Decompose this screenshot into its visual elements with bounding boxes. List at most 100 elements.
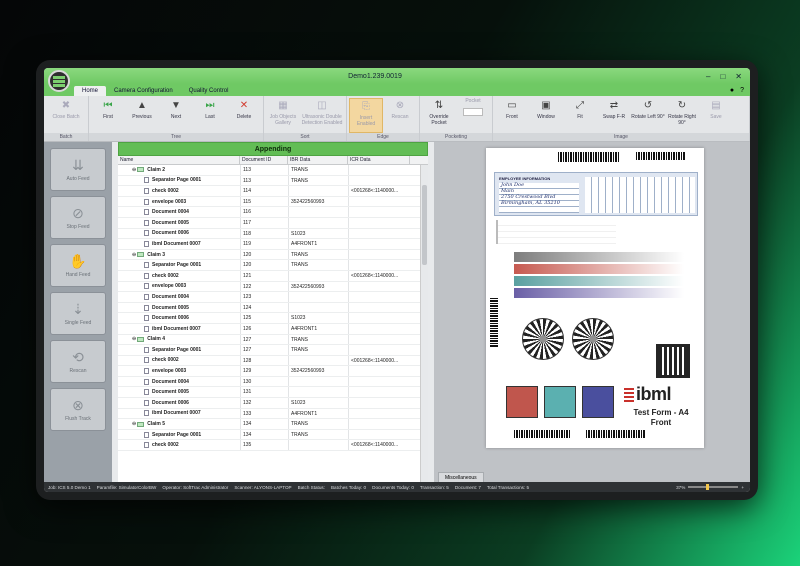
swap-front-rear-button[interactable]: ⇄ Swap F-R — [597, 98, 631, 133]
column-header-icr-data[interactable]: ICR Data — [348, 156, 410, 164]
document-icon — [144, 325, 149, 332]
stop-feed-button[interactable]: ⊘ Stop Feed — [50, 196, 106, 239]
override-pocket-button[interactable]: ⇅ Override Pocket — [422, 98, 456, 133]
tree-document-row[interactable]: check 0002 121 <001268<:1140000... — [118, 270, 420, 282]
tree-claim-row[interactable]: ⊖ Claim 2 113 TRANS — [118, 165, 420, 176]
tree-document-row[interactable]: envelope 0003 129 352422560993 — [118, 366, 420, 377]
tree-document-row[interactable]: Separator Page 0001 127 TRANS — [118, 345, 420, 356]
help-icon[interactable]: ? — [740, 87, 744, 94]
color-bar — [514, 276, 684, 286]
row-icr-data — [348, 387, 410, 398]
tree-document-row[interactable]: envelope 0003 122 352422560993 — [118, 281, 420, 293]
previous-button[interactable]: ▲ Previous — [125, 98, 159, 133]
row-document-id: 128 — [240, 355, 288, 366]
column-header-ibr-data[interactable]: IBR Data — [288, 156, 348, 164]
theme-icon[interactable]: ● — [730, 87, 734, 94]
front-button[interactable]: ▭ Front — [495, 98, 529, 133]
flush-track-button[interactable]: ⊗ Flush Track — [50, 388, 106, 431]
column-header-document-id[interactable]: Document ID — [240, 156, 288, 164]
tree-document-row[interactable]: Document 0006 118 S1023 — [118, 228, 420, 240]
tree-document-row[interactable]: Separator Page 0001 134 TRANS — [118, 429, 420, 441]
tree-document-row[interactable]: check 0002 114 <001268<:1140000... — [118, 186, 420, 197]
row-ibr-data — [288, 302, 348, 313]
tree-document-row[interactable]: ibml Document 0007 133 A4FRONT1 — [118, 408, 420, 420]
rotate-left-button[interactable]: ↺ Rotate Left 90° — [631, 98, 665, 133]
document-icon — [144, 219, 149, 226]
color-swatch — [544, 386, 576, 418]
row-icr-data: <001268<:1140000... — [348, 270, 410, 281]
window-button[interactable]: ▣ Window — [529, 98, 563, 133]
tab-quality-control[interactable]: Quality Control — [181, 86, 237, 96]
tree-document-row[interactable]: ibml Document 0007 119 A4FRONT1 — [118, 239, 420, 250]
save-button[interactable]: ▤ Save — [699, 98, 733, 133]
tree-document-row[interactable]: Document 0004 130 — [118, 376, 420, 388]
last-button[interactable]: ⏭ Last — [193, 98, 227, 133]
tree-document-row[interactable]: Document 0005 131 — [118, 387, 420, 399]
rescan-button[interactable]: ⊗ Rescan — [383, 98, 417, 133]
tree-document-row[interactable]: Document 0006 125 S1023 — [118, 313, 420, 324]
folder-icon — [137, 252, 145, 258]
left-vertical-barcode — [490, 298, 498, 348]
job-objects-gallery-button[interactable]: ▦ Job Objects Gallery — [266, 98, 300, 133]
collapse-toggle-icon[interactable]: ⊖ — [132, 250, 136, 260]
tree-document-row[interactable]: check 0002 128 <001268<:1140000... — [118, 355, 420, 367]
tree-document-row[interactable]: Document 0006 132 S1023 — [118, 398, 420, 409]
app-logo-icon[interactable] — [48, 70, 70, 92]
rotate-right-button[interactable]: ↻ Rotate Right 90° — [665, 98, 699, 133]
row-document-id: 133 — [240, 408, 288, 419]
tree-claim-row[interactable]: ⊖ Claim 3 120 TRANS — [118, 249, 420, 261]
hand-feed-button[interactable]: ✋ Hand Feed — [50, 244, 106, 287]
zoom-in-icon[interactable]: + — [741, 485, 744, 490]
close-batch-button[interactable]: ✖ Close Batch — [46, 98, 86, 133]
pocket-picker[interactable]: Pocket — [456, 98, 490, 133]
status-item: Job: ICS 5.0 Demo 1 — [48, 484, 91, 490]
feed-control-panel: ⇊ Auto Feed ⊘ Stop Feed ✋ Hand Feed ⇣ Si… — [44, 142, 112, 482]
fit-button[interactable]: ⤢ Fit — [563, 98, 597, 133]
ultrasonic-icon: ◫ — [317, 99, 327, 111]
tree-document-row[interactable]: Document 0005 117 — [118, 217, 420, 229]
collapse-toggle-icon[interactable]: ⊖ — [132, 335, 136, 345]
delete-button[interactable]: ✕ Delete — [227, 98, 261, 133]
ultrasonic-double-detection-button[interactable]: ◫ Ultrasonic Double Detection Enabled — [300, 98, 344, 133]
tree-document-row[interactable]: Document 0004 116 — [118, 207, 420, 218]
row-name: ibml Document 0007 — [152, 410, 201, 417]
row-ibr-data: TRANS — [288, 249, 348, 260]
row-icr-data — [348, 292, 410, 302]
insert-enabled-button[interactable]: ⎘ Insert Enabled — [349, 98, 383, 133]
tree-document-row[interactable]: Document 0005 124 — [118, 302, 420, 314]
tree-claim-row[interactable]: ⊖ Claim 4 127 TRANS — [118, 334, 420, 346]
tree-document-row[interactable]: Separator Page 0001 120 TRANS — [118, 260, 420, 271]
collapse-toggle-icon[interactable]: ⊖ — [132, 419, 136, 429]
row-icr-data — [348, 366, 410, 376]
collapse-toggle-icon[interactable]: ⊖ — [132, 165, 136, 175]
row-ibr-data — [288, 207, 348, 217]
tree-document-row[interactable]: check 0002 135 <001268<:1140000... — [118, 440, 420, 452]
document-icon — [144, 230, 149, 237]
delete-icon: ✕ — [239, 99, 249, 111]
row-name: Separator Page 0001 — [152, 431, 202, 438]
row-ibr-data: TRANS — [288, 429, 348, 440]
tree-document-row[interactable]: Separator Page 0001 113 TRANS — [118, 175, 420, 187]
pocket-input[interactable] — [463, 108, 483, 116]
row-name: Claim 5 — [147, 421, 165, 428]
tab-miscellaneous[interactable]: Miscellaneous — [438, 472, 484, 482]
rescan-feed-button[interactable]: ⟲ Rescan — [50, 340, 106, 383]
tree-document-row[interactable]: Document 0004 123 — [118, 292, 420, 303]
next-button[interactable]: ▼ Next — [159, 98, 193, 133]
tree-document-row[interactable]: ibml Document 0007 126 A4FRONT1 — [118, 323, 420, 335]
tree-document-row[interactable]: envelope 0003 115 352422560993 — [118, 196, 420, 208]
single-feed-button[interactable]: ⇣ Single Feed — [50, 292, 106, 335]
close-button[interactable]: ✕ — [735, 72, 742, 81]
first-button[interactable]: ⏮ First — [91, 98, 125, 133]
minimize-button[interactable]: – — [706, 72, 710, 81]
tab-camera-configuration[interactable]: Camera Configuration — [106, 86, 181, 96]
tab-home[interactable]: Home — [74, 86, 107, 96]
tree-claim-row[interactable]: ⊖ Claim 5 134 TRANS — [118, 419, 420, 430]
maximize-button[interactable]: □ — [720, 72, 725, 81]
row-document-id: 116 — [240, 207, 288, 217]
column-header-name[interactable]: Name — [118, 156, 240, 164]
zoom-slider[interactable] — [688, 484, 739, 490]
employee-info-box: EMPLOYEE INFORMATION John Doe Main 2750 … — [494, 172, 698, 216]
tree-scrollbar[interactable] — [420, 165, 428, 482]
auto-feed-button[interactable]: ⇊ Auto Feed — [50, 148, 106, 191]
